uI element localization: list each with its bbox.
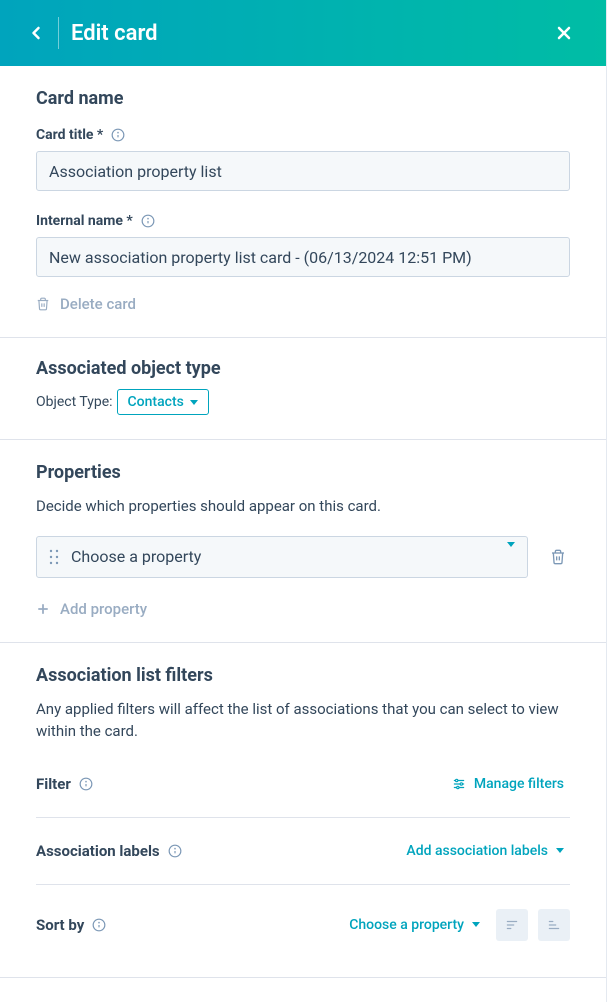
trash-icon — [36, 297, 50, 311]
internal-name-field: Internal name * — [36, 213, 570, 277]
manage-filters-label: Manage filters — [474, 776, 564, 792]
delete-card-button[interactable]: Delete card — [36, 295, 136, 313]
filter-row: Filter Manage filters — [36, 761, 570, 807]
properties-section: Properties Decide which properties shoul… — [0, 440, 606, 643]
card-title-input[interactable] — [36, 151, 570, 191]
close-button[interactable] — [546, 15, 582, 51]
info-icon[interactable] — [79, 777, 93, 791]
object-type-label: Object Type: — [36, 394, 113, 410]
manage-filters-button[interactable]: Manage filters — [446, 775, 570, 793]
chevron-down-icon — [472, 922, 480, 927]
sort-asc-button[interactable] — [538, 909, 570, 941]
add-association-labels-label: Add association labels — [406, 843, 548, 859]
object-type-select[interactable]: Contacts — [117, 389, 209, 415]
delete-card-label: Delete card — [60, 295, 136, 313]
plus-icon — [36, 602, 50, 616]
filters-desc: Any applied filters will affect the list… — [36, 698, 570, 743]
sliders-icon — [452, 777, 466, 791]
delete-property-button[interactable] — [546, 545, 570, 569]
property-select-text: Choose a property — [71, 547, 495, 566]
header-divider — [58, 17, 59, 49]
close-icon — [554, 23, 574, 43]
info-icon[interactable] — [168, 844, 182, 858]
trash-icon — [550, 549, 566, 565]
properties-heading: Properties — [36, 462, 570, 483]
info-icon[interactable] — [92, 918, 106, 932]
property-row: Choose a property — [36, 536, 570, 578]
info-icon[interactable] — [141, 214, 155, 228]
add-association-labels-button[interactable]: Add association labels — [400, 842, 570, 860]
sort-desc-button[interactable] — [496, 909, 528, 941]
sort-property-value: Choose a property — [349, 917, 464, 933]
filter-label: Filter — [36, 775, 71, 793]
drag-handle-icon[interactable] — [49, 549, 59, 565]
back-button[interactable] — [18, 15, 54, 51]
association-labels-label: Association labels — [36, 842, 160, 860]
association-labels-row: Association labels Add association label… — [36, 817, 570, 874]
info-icon[interactable] — [111, 128, 125, 142]
add-property-label: Add property — [60, 600, 147, 618]
chevron-down-icon — [507, 547, 515, 566]
sort-property-select[interactable]: Choose a property — [343, 916, 486, 934]
object-type-value: Contacts — [128, 394, 184, 410]
sort-desc-icon — [505, 918, 519, 932]
property-select[interactable]: Choose a property — [36, 536, 528, 578]
object-type-section: Associated object type Object Type: Cont… — [0, 338, 606, 440]
add-property-button[interactable]: Add property — [36, 600, 147, 618]
filters-heading: Association list filters — [36, 665, 570, 686]
chevron-left-icon — [26, 23, 46, 43]
card-title-label: Card title * — [36, 127, 103, 143]
object-type-heading: Associated object type — [36, 358, 570, 379]
card-title-field: Card title * — [36, 127, 570, 191]
internal-name-input[interactable] — [36, 237, 570, 277]
chevron-down-icon — [190, 400, 198, 405]
filters-section: Association list filters Any applied fil… — [0, 643, 606, 978]
internal-name-label: Internal name * — [36, 213, 133, 229]
sort-row: Sort by Choose a property — [36, 884, 570, 955]
panel-header: Edit card — [0, 0, 606, 66]
properties-desc: Decide which properties should appear on… — [36, 495, 570, 518]
chevron-down-icon — [556, 848, 564, 853]
sort-by-label: Sort by — [36, 916, 84, 934]
panel-title: Edit card — [71, 21, 546, 46]
card-name-heading: Card name — [36, 88, 570, 109]
sort-asc-icon — [547, 918, 561, 932]
card-name-section: Card name Card title * Internal name * D… — [0, 66, 606, 338]
